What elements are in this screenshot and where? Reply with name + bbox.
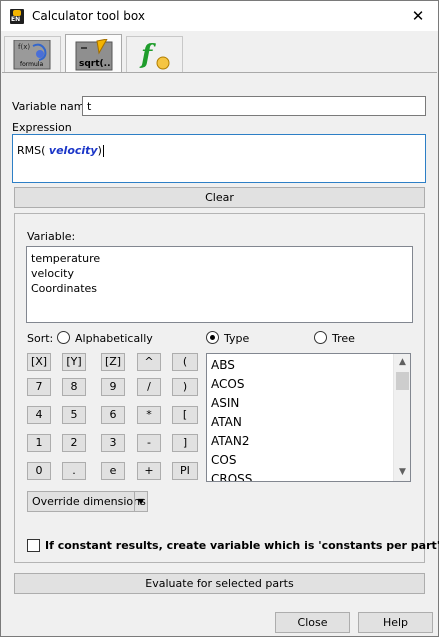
formula-tab-caption: formula	[20, 61, 43, 68]
keypad-button[interactable]: 6	[101, 406, 125, 424]
formula-icon: f(x) formula	[13, 40, 51, 70]
tab-formula[interactable]: f(x) formula	[4, 36, 61, 72]
app-icon: EN	[10, 9, 24, 24]
evaluate-button[interactable]: Evaluate for selected parts	[14, 573, 425, 594]
sort-tree-label: Tree	[332, 332, 355, 345]
keypad-button[interactable]: /	[137, 378, 161, 396]
expression-field[interactable]: RMS( velocity)	[12, 134, 426, 183]
scroll-up-icon[interactable]: ▲	[394, 354, 411, 371]
keypad-button[interactable]: [	[172, 406, 198, 424]
sort-alphabetically-label: Alphabetically	[75, 332, 153, 345]
list-item[interactable]: temperature	[31, 252, 100, 265]
function-list-scrollbar[interactable]: ▲ ▼	[393, 354, 410, 481]
keypad-button[interactable]: (	[172, 353, 198, 371]
keypad-button[interactable]: 3	[101, 434, 125, 452]
sort-tree-radio[interactable]	[314, 331, 327, 344]
sort-alphabetically-radio[interactable]	[57, 331, 70, 344]
expression-suffix: )	[97, 144, 102, 157]
override-dimensions-dropdown[interactable]: Override dimensions ▼	[27, 491, 148, 512]
keypad-button[interactable]: [X]	[27, 353, 51, 371]
keypad-button[interactable]: ^	[137, 353, 161, 371]
chevron-down-icon: ▼	[134, 492, 147, 511]
help-button[interactable]: Help	[358, 612, 433, 633]
keypad-button[interactable]: e	[101, 462, 125, 480]
clear-button[interactable]: Clear	[14, 187, 425, 208]
keypad-button[interactable]: 9	[101, 378, 125, 396]
expression-variable: velocity	[48, 144, 98, 157]
list-item[interactable]: ABS	[211, 358, 235, 372]
keypad-button[interactable]: 8	[62, 378, 86, 396]
list-item[interactable]: COS	[211, 453, 236, 467]
constant-per-part-label: If constant results, create variable whi…	[45, 539, 439, 552]
tab-sqrt[interactable]: sqrt(..	[65, 34, 122, 73]
list-item[interactable]: ATAN2	[211, 434, 250, 448]
keypad-button[interactable]: -	[137, 434, 161, 452]
text-cursor	[102, 145, 104, 157]
list-item[interactable]: ASIN	[211, 396, 239, 410]
expression-text: RMS( velocity)	[17, 144, 104, 157]
expression-label: Expression	[12, 121, 72, 134]
keypad-button[interactable]: 7	[27, 378, 51, 396]
sqrt-tab-caption: sqrt(..	[79, 59, 111, 69]
list-item[interactable]: CROSS	[211, 472, 252, 481]
formula-tab-fx-text: f(x)	[18, 43, 30, 51]
constant-per-part-checkbox[interactable]	[27, 539, 40, 552]
sort-type-radio[interactable]	[206, 331, 219, 344]
tab-function[interactable]: f	[126, 36, 183, 72]
scroll-down-icon[interactable]: ▼	[394, 464, 411, 481]
keypad-button[interactable]: ]	[172, 434, 198, 452]
keypad-button[interactable]: *	[137, 406, 161, 424]
keypad-button[interactable]: )	[172, 378, 198, 396]
keypad-button[interactable]: [Y]	[62, 353, 86, 371]
list-item[interactable]: velocity	[31, 267, 74, 280]
keypad-button[interactable]: 4	[27, 406, 51, 424]
variable-list[interactable]: temperature velocity Coordinates	[26, 246, 413, 323]
override-dimensions-label: Override dimensions	[32, 495, 146, 508]
window-title: Calculator tool box	[32, 9, 145, 23]
keypad-button[interactable]: 1	[27, 434, 51, 452]
scroll-thumb[interactable]	[396, 372, 409, 390]
sort-label: Sort:	[27, 332, 54, 345]
keypad-button[interactable]: +	[137, 462, 161, 480]
close-button[interactable]: Close	[275, 612, 350, 633]
tab-divider	[2, 72, 437, 73]
function-fx-icon: f	[139, 40, 170, 70]
keypad-button[interactable]: 5	[62, 406, 86, 424]
list-item[interactable]: Coordinates	[31, 282, 97, 295]
function-tab-caption: f	[139, 40, 156, 70]
variable-section-label: Variable:	[27, 230, 76, 243]
list-item[interactable]: ATAN	[211, 415, 242, 429]
keypad-button[interactable]: 2	[62, 434, 86, 452]
keypad-button[interactable]: [Z]	[101, 353, 125, 371]
close-window-icon[interactable]: ✕	[407, 6, 429, 26]
variable-name-field[interactable]: t	[82, 96, 426, 116]
keypad-button[interactable]: 0	[27, 462, 51, 480]
variable-name-value: t	[87, 100, 92, 113]
variable-name-label: Variable name	[12, 100, 92, 113]
sqrt-icon: sqrt(..	[75, 39, 113, 71]
keypad-button[interactable]: PI	[172, 462, 198, 480]
sort-type-label: Type	[224, 332, 250, 345]
function-list[interactable]: ABS ACOS ASIN ATAN ATAN2 COS CROSS	[206, 353, 411, 482]
list-item[interactable]: ACOS	[211, 377, 244, 391]
expression-prefix: RMS(	[17, 144, 46, 157]
title-bar: EN Calculator tool box ✕	[0, 0, 439, 31]
keypad-button[interactable]: .	[62, 462, 86, 480]
